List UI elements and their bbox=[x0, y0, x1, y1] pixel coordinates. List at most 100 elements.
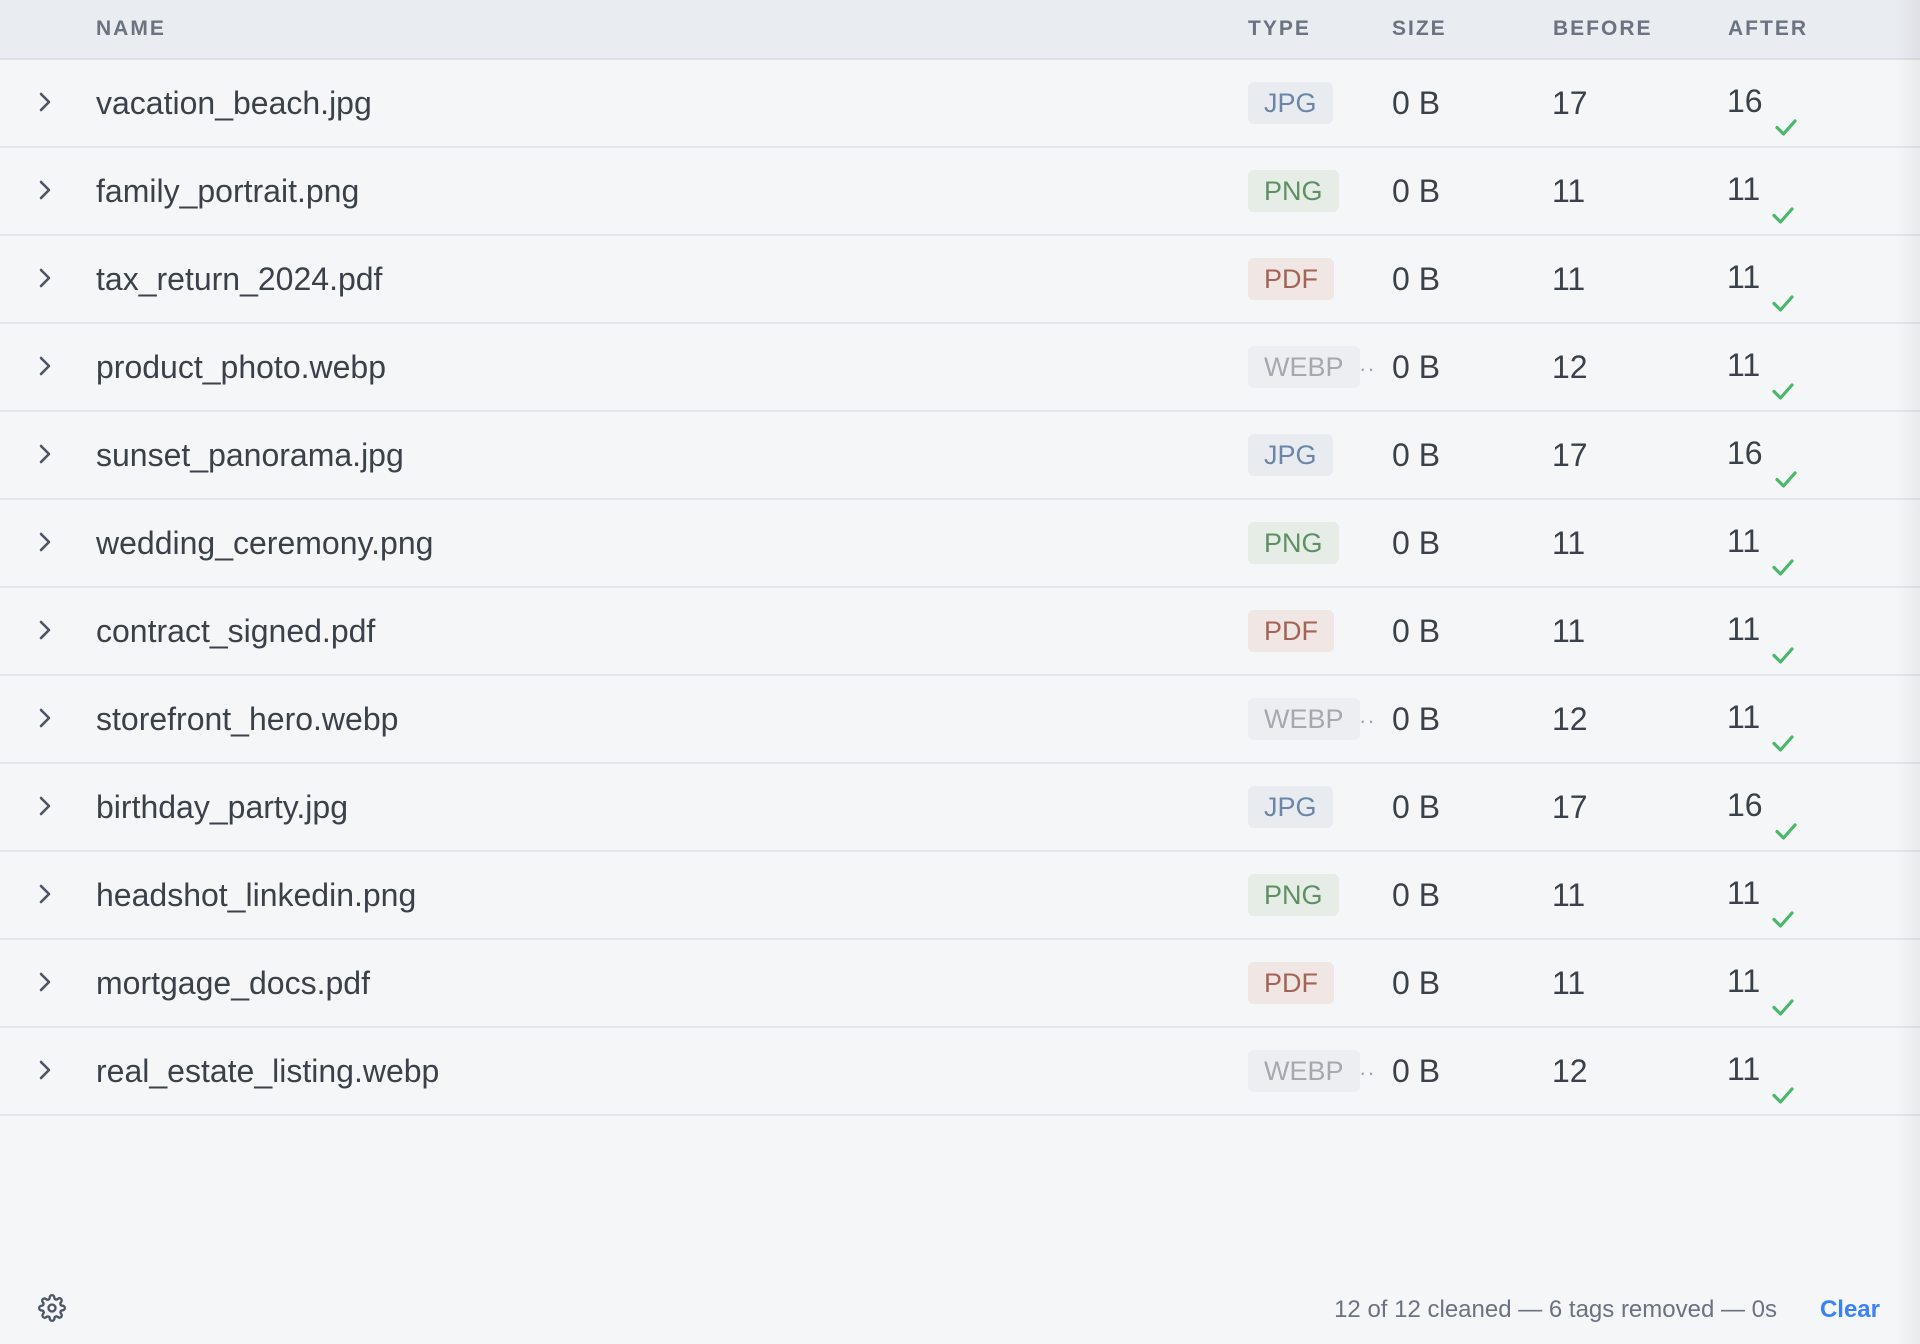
file-type-badge: PDF bbox=[1248, 610, 1334, 652]
file-type-badge: WEBP bbox=[1248, 698, 1360, 740]
table-row[interactable]: product_photo.webp WEBP ·· 0 B 12 11 bbox=[0, 324, 1920, 412]
file-name: vacation_beach.jpg bbox=[96, 85, 372, 121]
tag-count-before: 12 bbox=[1552, 1053, 1588, 1089]
chevron-right-icon[interactable] bbox=[30, 439, 60, 469]
table-row[interactable]: storefront_hero.webp WEBP ·· 0 B 12 11 bbox=[0, 676, 1920, 764]
file-name: headshot_linkedin.png bbox=[96, 877, 417, 913]
file-table-body: vacation_beach.jpg JPG 0 B 17 16 family_portr… bbox=[0, 60, 1920, 1116]
status-summary: 12 of 12 cleaned — 6 tags removed — 0s bbox=[1334, 1296, 1777, 1323]
tag-count-after: 11 bbox=[1727, 699, 1761, 735]
check-icon bbox=[1770, 704, 1796, 752]
tag-count-after: 11 bbox=[1727, 963, 1761, 999]
tag-count-after: 16 bbox=[1727, 435, 1763, 471]
tag-count-after: 11 bbox=[1727, 611, 1761, 647]
truncation-ellipsis: ·· bbox=[1359, 708, 1376, 733]
tag-count-before: 17 bbox=[1552, 789, 1588, 825]
truncation-ellipsis: ·· bbox=[1359, 356, 1376, 381]
scroll-edge-shadow bbox=[1896, 0, 1920, 1344]
chevron-right-icon[interactable] bbox=[30, 87, 60, 117]
tag-count-after-cell: 11 bbox=[1727, 500, 1796, 582]
file-type-badge: PNG bbox=[1248, 874, 1339, 916]
tag-count-after-cell: 11 bbox=[1727, 236, 1796, 318]
file-type-badge: JPG bbox=[1248, 434, 1333, 476]
check-icon bbox=[1773, 792, 1799, 840]
gear-icon[interactable] bbox=[38, 1294, 66, 1322]
file-size: 0 B bbox=[1392, 437, 1441, 473]
chevron-right-icon[interactable] bbox=[30, 879, 60, 909]
file-type-badge: PNG bbox=[1248, 522, 1339, 564]
chevron-right-icon[interactable] bbox=[30, 175, 60, 205]
tag-count-after-cell: 11 bbox=[1727, 588, 1796, 670]
table-row[interactable]: wedding_ceremony.png PNG 0 B 11 11 bbox=[0, 500, 1920, 588]
file-size: 0 B bbox=[1392, 261, 1441, 297]
check-icon bbox=[1773, 440, 1799, 488]
column-header-name[interactable]: NAME bbox=[96, 0, 166, 58]
file-type-badge: PNG bbox=[1248, 170, 1339, 212]
file-name: sunset_panorama.jpg bbox=[96, 437, 404, 473]
file-size: 0 B bbox=[1392, 1053, 1441, 1089]
tag-count-before: 11 bbox=[1552, 525, 1586, 561]
table-row[interactable]: birthday_party.jpg JPG 0 B 17 16 bbox=[0, 764, 1920, 852]
chevron-right-icon[interactable] bbox=[30, 263, 60, 293]
table-row[interactable]: real_estate_listing.webp WEBP ·· 0 B 12 11 bbox=[0, 1028, 1920, 1116]
table-row[interactable]: headshot_linkedin.png PNG 0 B 11 11 bbox=[0, 852, 1920, 940]
tag-count-before: 11 bbox=[1552, 965, 1586, 1001]
tag-count-after-cell: 16 bbox=[1727, 412, 1799, 494]
file-size: 0 B bbox=[1392, 877, 1441, 913]
file-type-badge: PDF bbox=[1248, 258, 1334, 300]
check-icon bbox=[1770, 176, 1796, 224]
tag-count-before: 12 bbox=[1552, 349, 1588, 385]
clear-button[interactable]: Clear bbox=[1820, 1280, 1880, 1340]
chevron-right-icon[interactable] bbox=[30, 527, 60, 557]
table-row[interactable]: sunset_panorama.jpg JPG 0 B 17 16 bbox=[0, 412, 1920, 500]
truncation-ellipsis: ·· bbox=[1359, 1060, 1376, 1085]
file-name: storefront_hero.webp bbox=[96, 701, 399, 737]
chevron-right-icon[interactable] bbox=[30, 967, 60, 997]
table-row[interactable]: family_portrait.png PNG 0 B 11 11 bbox=[0, 148, 1920, 236]
table-row[interactable]: contract_signed.pdf PDF 0 B 11 11 bbox=[0, 588, 1920, 676]
file-type-badge: JPG bbox=[1248, 82, 1333, 124]
check-icon bbox=[1770, 880, 1796, 928]
tag-count-before: 11 bbox=[1552, 877, 1586, 913]
tag-count-before: 17 bbox=[1552, 85, 1588, 121]
check-icon bbox=[1770, 1056, 1796, 1104]
check-icon bbox=[1773, 88, 1799, 136]
file-type-badge: PDF bbox=[1248, 962, 1334, 1004]
check-icon bbox=[1770, 352, 1796, 400]
chevron-right-icon[interactable] bbox=[30, 703, 60, 733]
column-header-type[interactable]: TYPE bbox=[1248, 0, 1311, 58]
check-icon bbox=[1770, 616, 1796, 664]
chevron-right-icon[interactable] bbox=[30, 351, 60, 381]
table-header: NAME TYPE SIZE BEFORE AFTER bbox=[0, 0, 1920, 60]
column-header-after[interactable]: AFTER bbox=[1728, 0, 1808, 58]
chevron-right-icon[interactable] bbox=[30, 791, 60, 821]
app-window: NAME TYPE SIZE BEFORE AFTER vacation_bea… bbox=[0, 0, 1920, 1344]
tag-count-after: 11 bbox=[1727, 875, 1761, 911]
tag-count-after: 11 bbox=[1727, 523, 1761, 559]
tag-count-after: 11 bbox=[1727, 347, 1761, 383]
tag-count-before: 17 bbox=[1552, 437, 1588, 473]
file-name: mortgage_docs.pdf bbox=[96, 965, 370, 1001]
tag-count-after-cell: 11 bbox=[1727, 676, 1796, 758]
file-size: 0 B bbox=[1392, 173, 1441, 209]
tag-count-before: 11 bbox=[1552, 261, 1586, 297]
chevron-right-icon[interactable] bbox=[30, 1055, 60, 1085]
file-size: 0 B bbox=[1392, 789, 1441, 825]
tag-count-after-cell: 11 bbox=[1727, 940, 1796, 1022]
file-size: 0 B bbox=[1392, 85, 1441, 121]
chevron-right-icon[interactable] bbox=[30, 615, 60, 645]
tag-count-before: 11 bbox=[1552, 613, 1586, 649]
check-icon bbox=[1770, 264, 1796, 312]
file-name: tax_return_2024.pdf bbox=[96, 261, 383, 297]
column-header-before[interactable]: BEFORE bbox=[1553, 0, 1653, 58]
column-header-size[interactable]: SIZE bbox=[1392, 0, 1447, 58]
table-row[interactable]: vacation_beach.jpg JPG 0 B 17 16 bbox=[0, 60, 1920, 148]
tag-count-after: 11 bbox=[1727, 259, 1761, 295]
file-name: wedding_ceremony.png bbox=[96, 525, 434, 561]
tag-count-after-cell: 16 bbox=[1727, 60, 1799, 142]
table-row[interactable]: tax_return_2024.pdf PDF 0 B 11 11 bbox=[0, 236, 1920, 324]
tag-count-after: 16 bbox=[1727, 787, 1763, 823]
file-size: 0 B bbox=[1392, 965, 1441, 1001]
file-name: contract_signed.pdf bbox=[96, 613, 376, 649]
table-row[interactable]: mortgage_docs.pdf PDF 0 B 11 11 bbox=[0, 940, 1920, 1028]
